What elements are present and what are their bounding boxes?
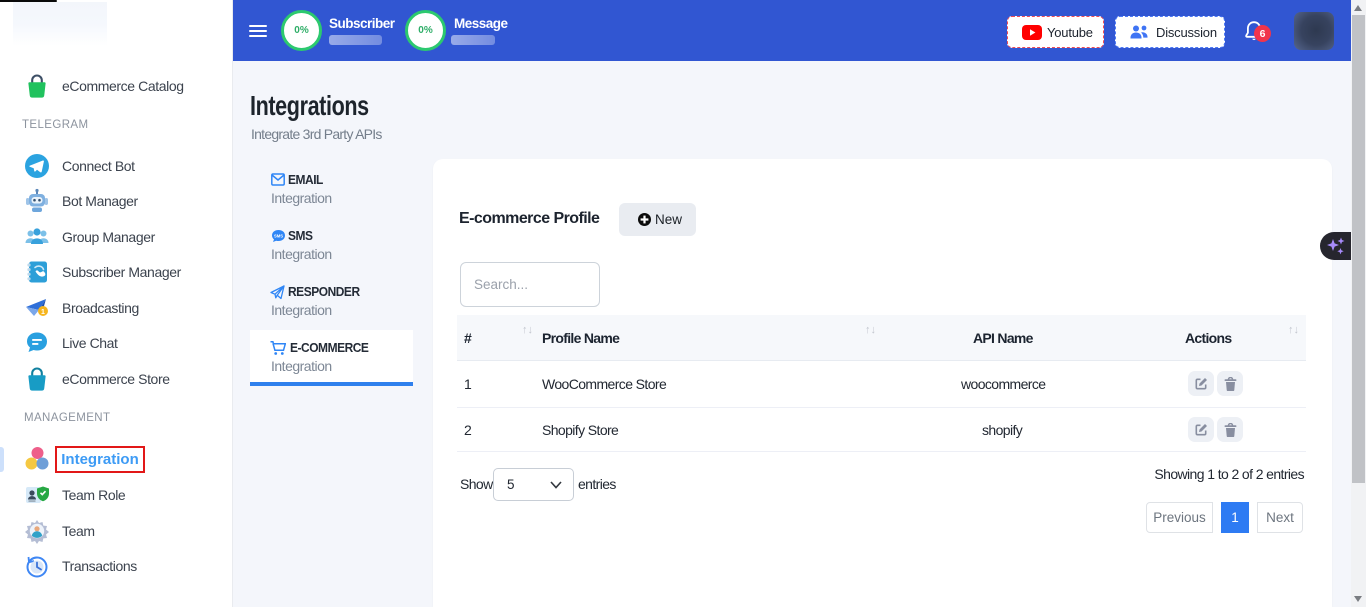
svg-text:1: 1 (41, 309, 45, 316)
svg-text:SMS: SMS (274, 234, 283, 239)
